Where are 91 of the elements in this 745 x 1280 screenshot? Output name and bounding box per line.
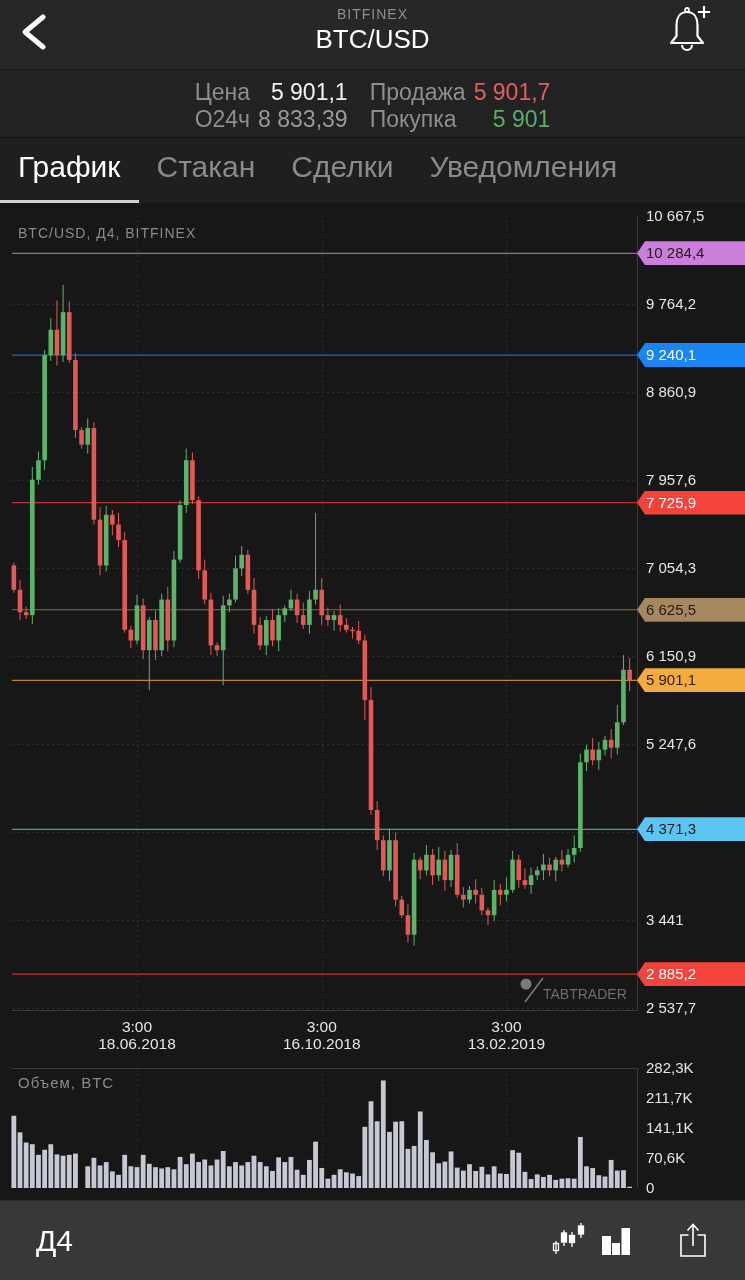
volume-axis-label: 141,1K	[646, 1119, 694, 1137]
candlestick	[300, 601, 306, 630]
bell-plus-icon	[667, 5, 711, 53]
candlestick	[516, 854, 522, 889]
candlestick	[553, 856, 559, 882]
add-alert-button[interactable]	[667, 5, 711, 53]
back-button[interactable]	[19, 14, 47, 50]
price-axis-label: 3 441	[646, 910, 684, 929]
candlestick	[331, 610, 337, 632]
volume-chart-title: Объем, BTC	[18, 1074, 115, 1092]
stat-value: 8 833,39	[258, 106, 348, 133]
volume-axis-label: 211,7K	[646, 1089, 693, 1107]
price-level-tag: 9 240,1	[637, 343, 745, 367]
candlestick	[399, 895, 405, 919]
time-axis-label: 3:00	[121, 1018, 153, 1035]
price-level-tag: 5 901,1	[637, 668, 745, 693]
watermark-logo-text: TABTRADER	[543, 985, 627, 1003]
candlestick	[590, 737, 595, 766]
candlestick	[485, 906, 491, 926]
pair-title: BTC/USD	[315, 24, 430, 54]
candlestick-icon	[552, 1222, 585, 1255]
candlestick	[584, 744, 589, 772]
price-level-tag: 7 725,9	[637, 490, 745, 515]
price-axis-label: 7 957,6	[646, 470, 697, 489]
price-level-tag: 6 625,5	[637, 597, 745, 622]
stat-value: 5 901,7	[473, 79, 551, 106]
candlestick	[571, 834, 577, 864]
candlestick	[430, 848, 435, 886]
candlestick	[436, 846, 442, 882]
price-axis-label: 2 537,7	[646, 998, 697, 1017]
volume-axis-label: 70,6K	[646, 1149, 686, 1167]
stat-value: 5 901,1	[270, 79, 348, 106]
candlestick	[473, 878, 478, 905]
price-axis-label: 5 247,6	[646, 734, 697, 753]
price-axis-label: 8 860,9	[646, 382, 697, 401]
candlestick-chart-button[interactable]	[552, 1222, 585, 1255]
price-axis-label: 10 667,5	[646, 206, 705, 225]
price-axis-label: 7 054,3	[646, 558, 697, 577]
price-axis-label: 6 150,9	[646, 646, 697, 665]
candlestick	[337, 603, 343, 633]
date-axis-label: 18.06.2018	[98, 1035, 176, 1052]
share-button[interactable]	[680, 1222, 706, 1257]
candlestick	[627, 657, 632, 692]
candlestick	[522, 867, 528, 890]
stat-value: 5 901	[492, 106, 551, 133]
exchange-name: BITFINEX	[337, 6, 408, 22]
volume-axis-label: 282,3K	[646, 1059, 694, 1077]
candlestick	[417, 856, 423, 880]
candlestick	[547, 857, 552, 877]
candlestick	[227, 593, 232, 613]
tab[interactable]: Стакан	[138, 138, 274, 203]
candlestick	[79, 426, 84, 450]
date-axis-label: 16.10.2018	[282, 1035, 361, 1052]
timeframe-button[interactable]: Д4	[36, 1222, 73, 1259]
price-level-tag: 2 885,2	[637, 962, 745, 987]
price-axis-label: 9 764,2	[646, 294, 697, 313]
candlestick	[214, 641, 220, 657]
candlestick	[424, 844, 429, 876]
candlestick	[116, 512, 121, 548]
tab[interactable]: Сделки	[273, 138, 412, 203]
date-axis-label: 13.02.2019	[467, 1035, 546, 1052]
candlestick	[356, 620, 361, 645]
chevron-left-icon	[19, 14, 47, 50]
price-level-tag: 10 284,4	[637, 241, 745, 266]
time-axis-label: 3:00	[491, 1018, 522, 1035]
candlestick	[498, 883, 503, 906]
candlestick	[313, 512, 318, 605]
bar-chart-button[interactable]	[602, 1226, 630, 1255]
stat-label: Цена	[194, 79, 250, 106]
stat-label: Продажа	[369, 79, 466, 106]
bar-chart-icon	[602, 1226, 630, 1255]
candlestick	[461, 886, 466, 908]
tab[interactable]: Уведомления	[411, 138, 636, 203]
bar	[11, 1115, 17, 1188]
price-level-tag: 4 371,3	[637, 817, 745, 842]
chart-title: BTC/USD, Д4, BITFINEX	[18, 224, 197, 242]
time-axis-label: 3:00	[306, 1018, 337, 1035]
candlestick	[239, 545, 244, 577]
candlestick	[85, 417, 91, 454]
candlestick	[559, 849, 565, 872]
candlestick	[270, 608, 275, 647]
volume-axis-label: 0	[646, 1179, 655, 1197]
dot-slash-logo-icon	[518, 976, 544, 1003]
candlestick	[541, 853, 546, 881]
candlestick	[36, 450, 41, 486]
candlestick	[110, 509, 115, 536]
candlestick	[504, 876, 509, 903]
share-icon	[680, 1222, 706, 1257]
candlestick	[325, 606, 331, 627]
stat-label: Покупка	[369, 106, 457, 133]
stat-label: О24ч	[194, 106, 251, 133]
